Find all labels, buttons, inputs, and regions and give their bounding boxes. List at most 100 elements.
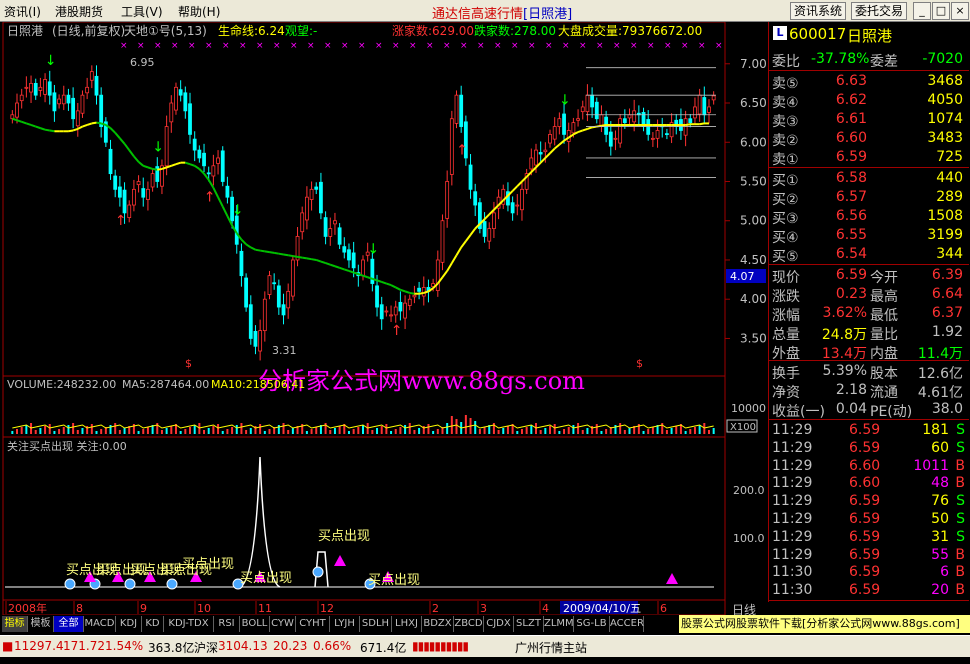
tab-lhxj[interactable]: LHXJ xyxy=(392,616,422,632)
quote-row: 涨跌 0.23 最高 6.64 xyxy=(769,285,969,305)
ma-segment xyxy=(12,117,18,122)
ma-segment xyxy=(409,291,415,295)
chart-stock-name: 日照港 xyxy=(7,24,43,38)
marker-x-icon: × xyxy=(222,41,230,51)
minimize-icon[interactable]: _ xyxy=(913,2,931,20)
tab-全部[interactable]: 全部 xyxy=(54,616,84,632)
tab-指标[interactable]: 指标 xyxy=(2,616,28,632)
tab-cjdx[interactable]: CJDX xyxy=(484,616,514,632)
tab-sg-lb[interactable]: SG-LB xyxy=(574,616,610,632)
tab-kd[interactable]: KD xyxy=(142,616,164,632)
candle-body xyxy=(216,157,220,164)
marker-x-icon: × xyxy=(715,41,723,51)
tab-模板[interactable]: 模板 xyxy=(28,616,54,632)
tab-slzt[interactable]: SLZT xyxy=(514,616,544,632)
candle-body xyxy=(543,149,548,153)
candle-body xyxy=(650,137,655,140)
ma-segment xyxy=(72,127,79,132)
station-name[interactable]: 广州行情主站 xyxy=(515,639,587,656)
tab-sdlh[interactable]: SDLH xyxy=(360,616,392,632)
ma-segment xyxy=(699,122,705,126)
ma-segment xyxy=(147,166,153,170)
ask-volume: 725 xyxy=(936,149,963,165)
tick-time: 11:29 xyxy=(772,493,813,510)
marker-x-icon: × xyxy=(528,41,536,51)
info-system-button[interactable]: 资讯系统 xyxy=(790,2,847,20)
candle-body xyxy=(693,106,697,119)
tab-zbcd[interactable]: ZBCD xyxy=(454,616,484,632)
candle-body xyxy=(108,148,113,175)
marker-x-icon: × xyxy=(443,41,451,51)
candle-body xyxy=(361,259,365,277)
quote-row: 11:29 6.59 60 S xyxy=(769,439,969,458)
candle-body xyxy=(347,249,351,261)
candle-body xyxy=(300,212,305,233)
tab-lyjh[interactable]: LYJH xyxy=(330,616,360,632)
tick-price: 6.60 xyxy=(849,457,881,474)
candle-body xyxy=(272,282,277,285)
quote-row: 11:29 6.59 181 S xyxy=(769,421,969,440)
tick-time: 11:29 xyxy=(772,422,813,438)
candle-body xyxy=(608,131,613,147)
ma-segment xyxy=(386,282,392,287)
stat2-label: 净资 xyxy=(772,385,800,401)
y-tick-label: 6.00 xyxy=(740,135,767,149)
tick-time: 11:29 xyxy=(772,511,813,527)
candle-body xyxy=(333,220,337,225)
stat-value: 6.64 xyxy=(931,286,963,302)
ma-segment xyxy=(44,128,50,132)
candle-body xyxy=(459,94,464,127)
quote-row: 买① 6.58 440 xyxy=(769,169,969,189)
month-label: 9 xyxy=(140,602,147,615)
menu-help[interactable]: 帮助(H) xyxy=(178,3,220,20)
hs-index: 3104.13 xyxy=(218,639,268,653)
trade-button[interactable]: 委托交易 xyxy=(851,2,908,20)
candle-body xyxy=(632,110,637,123)
menu-hk-futures[interactable]: 港股期货 xyxy=(55,3,103,20)
ask-label: 卖① xyxy=(772,152,799,168)
ma-segment xyxy=(207,179,215,189)
tab-zlmm[interactable]: ZLMM xyxy=(544,616,574,632)
tab-cyw[interactable]: CYW xyxy=(270,616,296,632)
stat2-value: 4.61亿 xyxy=(917,385,963,401)
menu-info[interactable]: 资讯(I) xyxy=(4,3,41,20)
main-chart[interactable]: 日照港 (日线,前复权) 天地①号(5,13) 生命线:6.24 观望:- 涨家… xyxy=(0,22,768,615)
tab-bdzx[interactable]: BDZX xyxy=(422,616,454,632)
menu-tools[interactable]: 工具(V) xyxy=(121,3,163,20)
stat-label: 今开 xyxy=(870,270,898,286)
candle-body xyxy=(262,298,267,332)
tick-time: 11:30 xyxy=(772,564,813,581)
candle-body xyxy=(314,186,319,190)
close-icon[interactable]: × xyxy=(951,2,969,20)
ma-segment xyxy=(221,206,229,217)
tab-kdj[interactable]: KDJ xyxy=(116,616,142,632)
tab-boll[interactable]: BOLL xyxy=(240,616,270,632)
tab-rsi[interactable]: RSI xyxy=(214,616,240,632)
marquee[interactable]: 股票公式网股票软件下载[分析家公式网www.88gs.com] xyxy=(679,615,970,633)
quote-row: 11:30 6.59 20 B xyxy=(769,581,969,600)
candle-body xyxy=(538,152,543,155)
tab-kdj-tdx[interactable]: KDJ-TDX xyxy=(164,616,214,632)
ma-segment xyxy=(217,196,224,208)
marker-x-icon: × xyxy=(494,41,502,51)
candle-body xyxy=(515,204,520,207)
ma-segment xyxy=(91,121,97,125)
ask-volume: 4050 xyxy=(927,92,963,108)
ask-label: 卖③ xyxy=(772,114,799,130)
tab-accer[interactable]: ACCER xyxy=(610,616,644,632)
maximize-icon[interactable]: □ xyxy=(932,2,950,20)
ma-segment xyxy=(339,266,345,271)
tab-cyht[interactable]: CYHT xyxy=(296,616,330,632)
ma-segment xyxy=(157,167,163,171)
candle-body xyxy=(622,118,627,124)
tick-volume: 181 xyxy=(922,422,949,438)
ask-volume: 1074 xyxy=(927,111,963,127)
candle-body xyxy=(146,188,150,200)
hs-amount: 671.4亿 xyxy=(360,641,407,655)
candle-body xyxy=(225,185,230,198)
sell-arrow-icon: ↓ xyxy=(232,202,244,218)
tab-macd[interactable]: MACD xyxy=(84,616,116,632)
candle-body xyxy=(562,113,566,135)
quote-row: 11:29 6.59 76 S xyxy=(769,492,969,511)
buy-point-label: 买点出现 xyxy=(240,571,292,586)
